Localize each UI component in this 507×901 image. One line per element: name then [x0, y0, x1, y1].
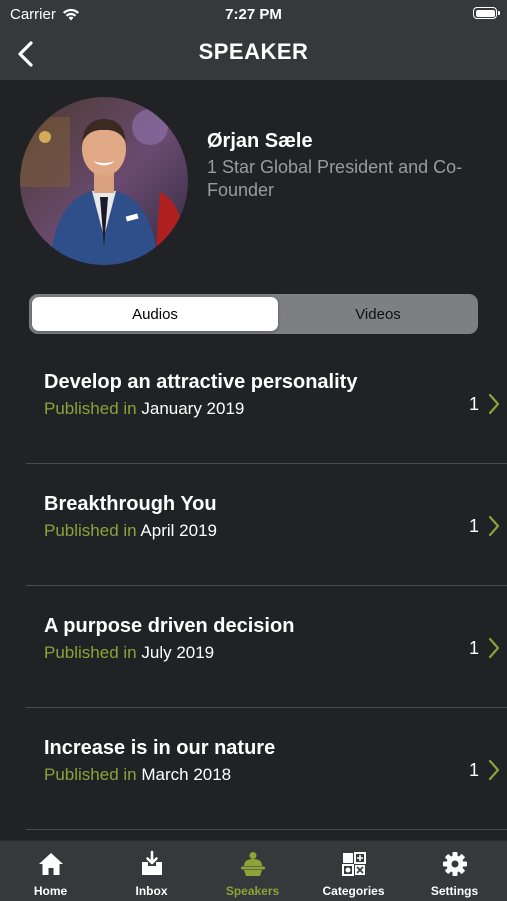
item-date: January 2019 [141, 399, 245, 418]
item-published: Published in July 2019 [44, 643, 214, 663]
segment-audios[interactable]: Audios [32, 297, 278, 331]
published-label: Published in [44, 399, 137, 418]
chevron-right-icon [488, 759, 500, 781]
tab-label-speakers: Speakers [225, 884, 280, 898]
published-label: Published in [44, 643, 137, 662]
status-bar: Carrier 7:27 PM [0, 0, 507, 28]
tab-label-inbox: Inbox [135, 884, 168, 898]
item-date: April 2019 [140, 521, 217, 540]
published-label: Published in [44, 765, 137, 784]
chevron-right-icon [488, 515, 500, 537]
item-date: March 2018 [141, 765, 232, 784]
settings-icon [443, 852, 467, 876]
chevron-right-icon [488, 637, 500, 659]
segment-videos[interactable]: Videos [280, 297, 476, 331]
home-icon [39, 853, 63, 875]
divider [26, 829, 507, 830]
item-title: A purpose driven decision [44, 615, 295, 637]
tab-bar: Home Inbox Speakers Categories Settings [0, 840, 507, 901]
battery-icon [473, 7, 500, 19]
status-time: 7:27 PM [225, 6, 282, 23]
tab-label-categories: Categories [322, 884, 385, 898]
list-item[interactable]: Increase is in our nature Published in M… [0, 708, 507, 830]
item-count: 1 [468, 638, 479, 658]
item-title: Develop an attractive personality [44, 371, 358, 393]
item-count: 1 [468, 394, 479, 414]
speaker-role: 1 Star Global President and Co-Founder [207, 157, 463, 200]
list-item[interactable]: Breakthrough You Published in April 2019… [0, 464, 507, 586]
nav-bar: SPEAKER [0, 28, 507, 80]
item-title: Increase is in our nature [44, 737, 276, 759]
item-count: 1 [468, 516, 479, 536]
item-published: Published in March 2018 [44, 765, 231, 785]
page-title: SPEAKER [198, 39, 309, 64]
item-count: 1 [468, 760, 479, 780]
tab-label-settings: Settings [430, 884, 479, 898]
list-item[interactable]: Develop an attractive personality Publis… [0, 342, 507, 464]
list-item[interactable]: A purpose driven decision Published in J… [0, 586, 507, 708]
tab-home[interactable]: Home [0, 841, 101, 901]
speaker-name: Ørjan Sæle [207, 130, 313, 152]
tab-speakers[interactable]: Speakers [202, 841, 303, 901]
chevron-right-icon [488, 393, 500, 415]
tab-categories[interactable]: Categories [303, 841, 404, 901]
published-label: Published in [44, 521, 137, 540]
item-published: Published in April 2019 [44, 521, 217, 541]
media-segmented-control: Audios Videos [29, 294, 478, 334]
item-date: July 2019 [141, 643, 215, 662]
speakers-icon [241, 852, 265, 876]
item-published: Published in January 2019 [44, 399, 244, 419]
item-title: Breakthrough You [44, 493, 217, 515]
inbox-icon [142, 850, 162, 875]
speaker-avatar [20, 97, 188, 265]
tab-label-home: Home [33, 884, 68, 898]
tab-inbox[interactable]: Inbox [101, 841, 202, 901]
categories-icon [342, 852, 366, 876]
tab-settings[interactable]: Settings [404, 841, 505, 901]
